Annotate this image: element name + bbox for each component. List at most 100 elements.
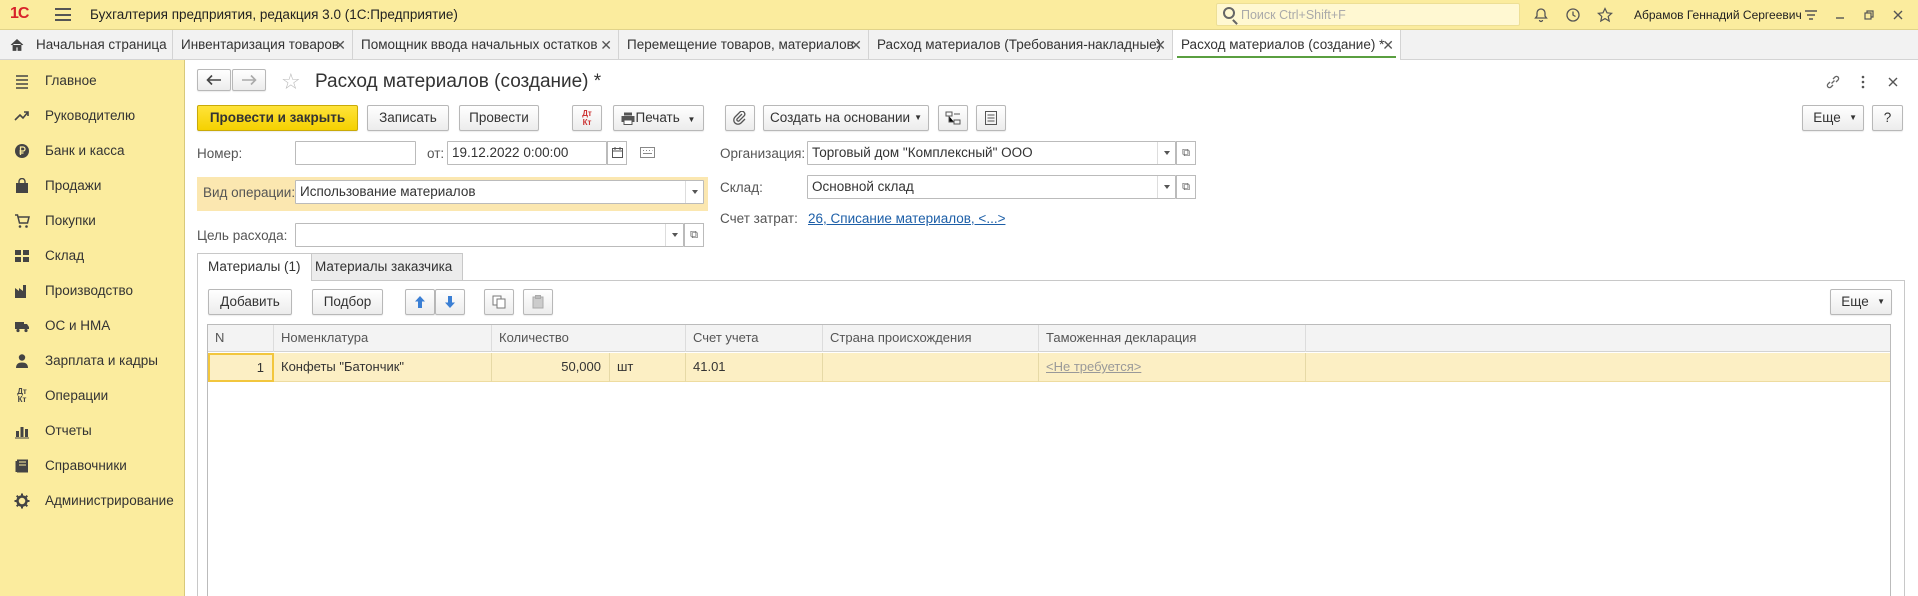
dt-kt-button[interactable]: Дт Кт — [572, 105, 602, 131]
customs-cell[interactable]: <Не требуется> — [1039, 353, 1306, 382]
column-header-quantity[interactable]: Количество — [492, 325, 686, 352]
structure-button[interactable] — [938, 105, 968, 131]
attach-button[interactable] — [725, 105, 755, 131]
expense-purpose-field[interactable] — [295, 223, 684, 247]
sidebar-item-reports[interactable]: Отчеты — [0, 413, 185, 448]
organization-field[interactable]: Торговый дом "Комплексный" ООО — [807, 141, 1176, 165]
sidebar-item-operations[interactable]: Дт Кт Операции — [0, 378, 185, 413]
report-button[interactable] — [976, 105, 1006, 131]
row-number-cell[interactable]: 1 — [208, 353, 274, 382]
forward-button[interactable] — [232, 69, 266, 91]
tab-home[interactable]: Начальная страница — [0, 30, 173, 60]
country-cell[interactable] — [823, 353, 1039, 382]
minimize-icon[interactable] — [1832, 7, 1848, 23]
sidebar-item-payroll[interactable]: Зарплата и кадры — [0, 343, 185, 378]
account-cell[interactable]: 41.01 — [686, 353, 823, 382]
post-button[interactable]: Провести — [459, 105, 539, 131]
sidebar-item-main[interactable]: Главное — [0, 63, 185, 98]
sidebar-item-label: Покупки — [45, 213, 96, 228]
search-icon — [1223, 7, 1235, 19]
open-warehouse-button[interactable]: ⧉ — [1176, 175, 1196, 199]
close-tab-icon[interactable]: ✕ — [850, 30, 862, 60]
link-icon[interactable] — [1825, 74, 1841, 90]
chevron-down-icon[interactable] — [665, 224, 683, 246]
paste-row-button[interactable] — [523, 289, 553, 315]
column-header-account[interactable]: Счет учета — [686, 325, 823, 352]
customs-not-required-link[interactable]: <Не требуется> — [1039, 353, 1141, 381]
sidebar-item-sales[interactable]: Продажи — [0, 168, 185, 203]
number-field[interactable] — [295, 141, 416, 165]
bell-icon[interactable] — [1533, 7, 1549, 23]
arrow-down-icon — [445, 296, 455, 308]
sidebar-item-director[interactable]: Руководителю — [0, 98, 185, 133]
tab-materials[interactable]: Материалы (1) — [197, 253, 312, 281]
sidebar-item-purchases[interactable]: Покупки — [0, 203, 185, 238]
close-tab-icon[interactable]: ✕ — [334, 30, 346, 60]
print-button[interactable]: Печать ▼ — [613, 105, 704, 131]
restore-icon[interactable] — [1861, 7, 1877, 23]
tab-customer-materials[interactable]: Материалы заказчика — [304, 253, 464, 280]
tab-inventory[interactable]: Инвентаризация товаров ✕ — [173, 30, 353, 60]
more-vertical-icon[interactable] — [1855, 74, 1871, 90]
sidebar-item-production[interactable]: Производство — [0, 273, 185, 308]
favorites-star-icon[interactable] — [1597, 7, 1613, 23]
history-icon[interactable] — [1565, 7, 1581, 23]
column-header-customs[interactable]: Таможенная декларация — [1039, 325, 1306, 352]
save-button[interactable]: Записать — [367, 105, 449, 131]
main-menu-icon[interactable] — [55, 8, 71, 21]
sidebar-item-warehouse[interactable]: Склад — [0, 238, 185, 273]
add-row-button[interactable]: Добавить — [208, 289, 292, 315]
close-window-icon[interactable] — [1890, 7, 1906, 23]
back-button[interactable] — [197, 69, 231, 91]
tab-opening-balances[interactable]: Помощник ввода начальных остатков ✕ — [353, 30, 619, 60]
more-button[interactable]: Еще ▼ — [1802, 105, 1864, 131]
search-input[interactable] — [1241, 6, 1511, 24]
sidebar-item-bank[interactable]: Банк и касса — [0, 133, 185, 168]
open-purpose-button[interactable]: ⧉ — [684, 223, 704, 247]
chevron-down-icon[interactable] — [1157, 142, 1175, 164]
pick-button[interactable]: Подбор — [312, 289, 383, 315]
favorite-star-icon[interactable]: ☆ — [281, 69, 301, 95]
create-based-on-button[interactable]: Создать на основании ▼ — [763, 105, 929, 131]
materials-table[interactable]: N Номенклатура Количество Счет учета Стр… — [207, 324, 1891, 596]
app-title: Бухгалтерия предприятия, редакция 3.0 (1… — [90, 7, 458, 22]
settings-lines-icon[interactable] — [1803, 7, 1819, 23]
column-header-item[interactable]: Номенклатура — [274, 325, 492, 352]
close-tab-icon[interactable]: ✕ — [1382, 30, 1394, 60]
close-form-icon[interactable] — [1885, 74, 1901, 90]
organization-label: Организация: — [720, 146, 806, 161]
close-tab-icon[interactable]: ✕ — [1154, 30, 1166, 60]
warehouse-field[interactable]: Основной склад — [807, 175, 1176, 199]
cart-icon — [14, 213, 30, 229]
tab-material-requisitions[interactable]: Расход материалов (Требования-накладные)… — [869, 30, 1173, 60]
column-header-country[interactable]: Страна происхождения — [823, 325, 1039, 352]
close-tab-icon[interactable]: ✕ — [600, 30, 612, 60]
copy-row-button[interactable] — [484, 289, 514, 315]
post-and-close-button[interactable]: Провести и закрыть — [197, 105, 358, 131]
keyboard-icon[interactable] — [640, 146, 655, 161]
table-row[interactable]: 1 Конфеты "Батончик" 50,000 шт 41.01 <Не… — [208, 353, 1890, 382]
user-name[interactable]: Абрамов Геннадий Сергеевич — [1634, 8, 1802, 22]
calendar-button[interactable] — [607, 141, 627, 165]
tab-goods-transfer[interactable]: Перемещение товаров, материалов ✕ — [619, 30, 869, 60]
column-header-n[interactable]: N — [208, 325, 274, 352]
chevron-down-icon[interactable] — [685, 181, 703, 203]
sidebar-item-administration[interactable]: Администрирование — [0, 483, 185, 518]
sidebar-item-catalogs[interactable]: Справочники — [0, 448, 185, 483]
move-down-button[interactable] — [435, 289, 465, 315]
date-field[interactable]: 19.12.2022 0:00:00 — [447, 141, 607, 165]
move-up-button[interactable] — [405, 289, 435, 315]
cost-account-link[interactable]: 26, Списание материалов, <...> — [808, 211, 1005, 226]
operation-type-select[interactable]: Использование материалов — [295, 180, 704, 204]
chevron-down-icon: ▼ — [1849, 113, 1857, 122]
item-cell[interactable]: Конфеты "Батончик" — [274, 353, 492, 382]
sidebar-item-fixed-assets[interactable]: ОС и НМА — [0, 308, 185, 343]
table-more-button[interactable]: Еще ▼ — [1830, 289, 1892, 315]
chevron-down-icon[interactable] — [1157, 176, 1175, 198]
tab-material-expense-new[interactable]: Расход материалов (создание) * ✕ — [1173, 30, 1401, 61]
help-button[interactable]: ? — [1872, 105, 1903, 131]
unit-cell[interactable]: шт — [610, 353, 686, 382]
open-organization-button[interactable]: ⧉ — [1176, 141, 1196, 165]
global-search[interactable] — [1216, 3, 1520, 26]
quantity-cell[interactable]: 50,000 — [492, 353, 610, 382]
